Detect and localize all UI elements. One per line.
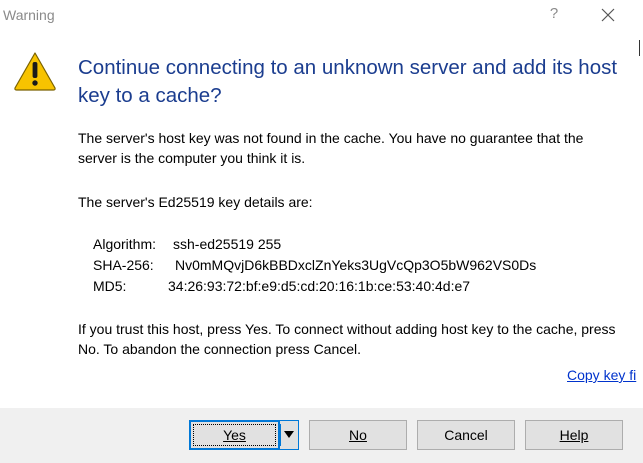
- help-icon[interactable]: ?: [548, 5, 560, 22]
- button-bar: Yes No Cancel Help: [0, 408, 643, 463]
- copy-key-link[interactable]: Copy key fi: [567, 367, 636, 383]
- key-detail-value: ssh-ed25519 255: [173, 236, 282, 252]
- warning-icon: [13, 51, 57, 91]
- no-button-label: No: [349, 427, 367, 443]
- dialog-message: The server's host key was not found in t…: [78, 130, 584, 166]
- key-detail-label: MD5:: [93, 278, 127, 294]
- no-button[interactable]: No: [309, 420, 407, 450]
- cancel-button-label: Cancel: [444, 427, 488, 443]
- key-details-intro: The server's Ed25519 key details are:: [78, 194, 313, 210]
- chevron-down-icon: [284, 431, 294, 438]
- key-detail-value: Nv0mMQvjD6kBBDxclZnYeks3UgVcQp3O5bW962VS…: [175, 257, 537, 273]
- key-detail-label: Algorithm:: [93, 236, 157, 252]
- help-button[interactable]: Help: [525, 420, 623, 450]
- help-button-label: Help: [559, 427, 589, 443]
- yes-dropdown-button[interactable]: [280, 420, 299, 450]
- close-icon[interactable]: [599, 6, 617, 24]
- split-separator: [280, 424, 281, 446]
- dialog-instructions: If you trust this host, press Yes. To co…: [78, 321, 616, 357]
- window-title: Warning: [3, 7, 55, 23]
- title-bar: Warning ?: [0, 0, 643, 30]
- cancel-button[interactable]: Cancel: [417, 420, 515, 450]
- yes-button-label: Yes: [223, 427, 246, 443]
- key-detail-label: SHA-256:: [93, 257, 154, 273]
- dialog-heading: Continue connecting to an unknown server…: [78, 56, 618, 107]
- yes-button[interactable]: Yes: [189, 420, 280, 450]
- key-detail-value: 34:26:93:72:bf:e9:d5:cd:20:16:1b:ce:53:4…: [168, 278, 471, 294]
- window-edge: [639, 40, 640, 56]
